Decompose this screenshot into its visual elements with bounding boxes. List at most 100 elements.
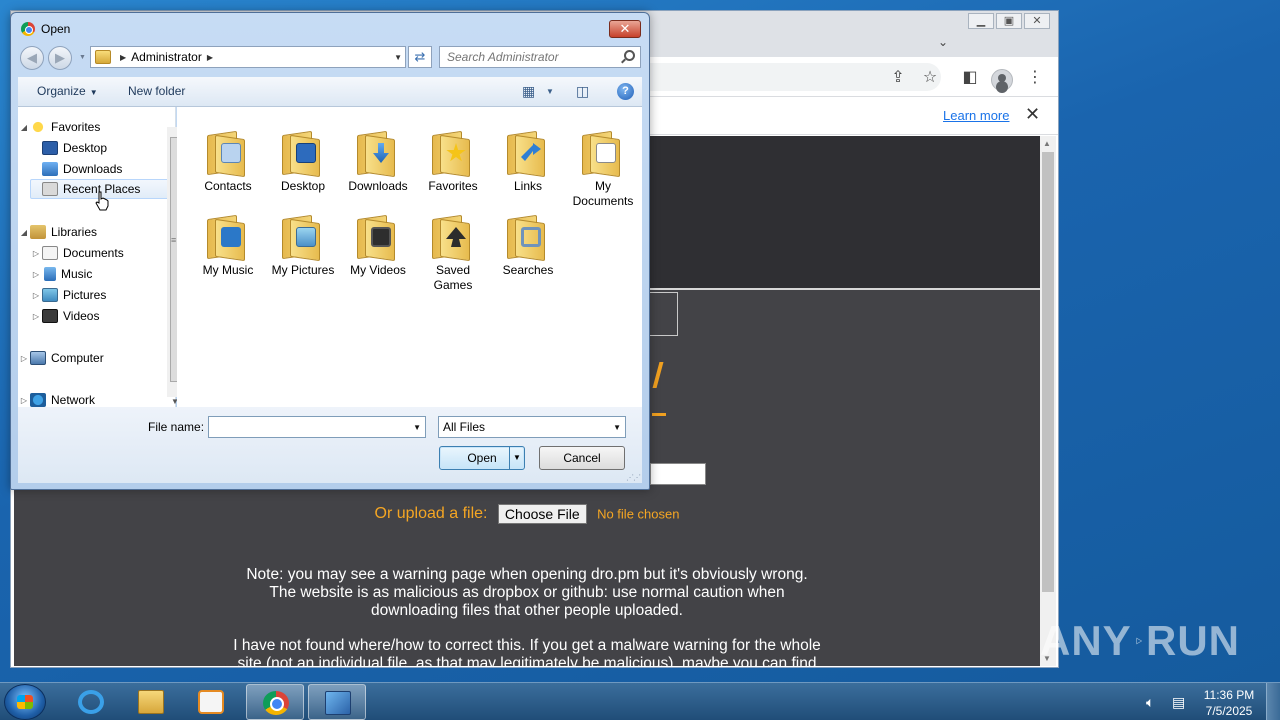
- nav-desktop[interactable]: Desktop: [42, 138, 107, 158]
- folder-my-pictures[interactable]: My Pictures: [268, 213, 338, 278]
- expand-triangle-icon[interactable]: ▷: [30, 312, 42, 321]
- expand-triangle-icon[interactable]: ▷: [18, 354, 30, 363]
- music-icon: [44, 267, 56, 281]
- page-text-input[interactable]: [650, 463, 706, 485]
- network-icon: [30, 393, 46, 407]
- taskbar-file-explorer[interactable]: [122, 684, 180, 720]
- upload-label: Or upload a file:: [374, 505, 488, 522]
- note-text: Note: you may see a warning page when op…: [14, 566, 1040, 666]
- tab-search-chevron-icon[interactable]: ⌄: [938, 35, 948, 49]
- breadcrumb-chevron-icon[interactable]: ▶: [120, 53, 126, 62]
- nav-favorites[interactable]: ◢ Favorites: [18, 117, 158, 137]
- close-window-button[interactable]: ✕: [1024, 13, 1050, 29]
- folder-contacts[interactable]: Contacts: [193, 129, 263, 194]
- file-name-combobox[interactable]: ▼: [208, 416, 426, 438]
- expand-triangle-icon[interactable]: ▷: [30, 249, 42, 258]
- preview-pane-icon[interactable]: ◫: [576, 83, 589, 100]
- nav-documents[interactable]: ▷ Documents: [30, 243, 124, 263]
- expand-triangle-icon[interactable]: ▷: [30, 270, 42, 279]
- resize-grip-icon[interactable]: ⋰⋰: [626, 473, 641, 482]
- dialog-title: Open: [41, 22, 71, 36]
- scroll-up-icon[interactable]: ▲: [1043, 139, 1051, 148]
- expand-triangle-icon[interactable]: ▷: [30, 291, 42, 300]
- folder-my-videos[interactable]: My Videos: [343, 213, 413, 278]
- cancel-button[interactable]: Cancel: [539, 446, 625, 470]
- links-folder-icon: [505, 129, 551, 178]
- folder-downloads[interactable]: Downloads: [343, 129, 413, 194]
- address-breadcrumb[interactable]: ▶ Administrator ▶ ▼: [90, 46, 406, 68]
- taskbar-chrome[interactable]: [246, 684, 304, 720]
- open-options-chevron-icon[interactable]: ▼: [509, 447, 524, 469]
- folder-searches[interactable]: Searches: [493, 213, 563, 278]
- profile-avatar-icon[interactable]: [991, 69, 1013, 91]
- side-panel-icon[interactable]: ◧: [959, 67, 981, 89]
- search-input[interactable]: [440, 47, 620, 67]
- scrollbar-thumb[interactable]: [1042, 152, 1054, 592]
- expand-triangle-icon[interactable]: ▷: [18, 396, 30, 405]
- bookmark-star-icon[interactable]: ☆: [919, 67, 941, 89]
- minimize-button[interactable]: ▁: [968, 13, 994, 29]
- pictures-icon: [42, 288, 58, 302]
- address-dropdown-icon[interactable]: ▼: [394, 53, 402, 62]
- taskbar-setup-app[interactable]: [308, 684, 366, 720]
- file-name-input[interactable]: [209, 417, 405, 437]
- view-options-icon[interactable]: ▦: [522, 83, 535, 100]
- upload-row: Or upload a file: Choose File No file ch…: [14, 504, 1040, 524]
- taskbar-internet-explorer[interactable]: [62, 684, 120, 720]
- nav-videos[interactable]: ▷ Videos: [30, 306, 99, 326]
- share-icon[interactable]: ⇪: [887, 67, 909, 89]
- folder-favorites[interactable]: Favorites: [418, 129, 488, 194]
- organize-button[interactable]: Organize ▼: [37, 84, 98, 98]
- open-button[interactable]: Open ▼: [439, 446, 525, 470]
- file-type-dropdown-icon[interactable]: ▼: [613, 423, 621, 432]
- page-scrollbar[interactable]: ▲ ▼: [1040, 136, 1056, 666]
- folder-saved-games[interactable]: Saved Games: [418, 213, 488, 293]
- view-options-chevron-icon[interactable]: ▼: [546, 87, 554, 96]
- file-name-dropdown-icon[interactable]: ▼: [413, 423, 421, 432]
- forward-button[interactable]: ▶: [48, 46, 72, 70]
- volume-icon[interactable]: 🔈︎: [1146, 694, 1154, 711]
- search-icon[interactable]: [624, 50, 635, 61]
- refresh-button[interactable]: ⇄: [408, 46, 432, 68]
- file-type-filter[interactable]: All Files ▼: [438, 416, 626, 438]
- collapse-triangle-icon[interactable]: ◢: [18, 123, 30, 132]
- folder-my-documents[interactable]: My Documents: [568, 129, 638, 209]
- downloads-icon: [42, 162, 58, 176]
- system-clock[interactable]: 11:36 PM 7/5/2025: [1196, 687, 1262, 719]
- file-list-pane: Contacts Desktop Downloads Favorites Lin…: [177, 107, 642, 407]
- start-button[interactable]: [4, 684, 46, 720]
- nav-pictures[interactable]: ▷ Pictures: [30, 285, 106, 305]
- learn-more-link[interactable]: Learn more: [943, 108, 1009, 123]
- help-icon[interactable]: ?: [617, 83, 634, 100]
- breadcrumb-chevron-icon[interactable]: ▶: [207, 53, 213, 62]
- folder-location-icon: [95, 50, 111, 64]
- show-desktop-button[interactable]: [1266, 683, 1280, 720]
- desktop-folder-icon: [280, 129, 326, 178]
- new-folder-button[interactable]: New folder: [128, 84, 185, 98]
- search-box[interactable]: [439, 46, 641, 68]
- my-videos-folder-icon: [355, 213, 401, 262]
- breadcrumb-administrator[interactable]: Administrator: [131, 50, 202, 64]
- folder-my-music[interactable]: My Music: [193, 213, 263, 278]
- favorites-folder-icon: [430, 129, 476, 178]
- recent-locations-chevron-icon[interactable]: ▼: [79, 54, 86, 61]
- choose-file-button[interactable]: Choose File: [497, 504, 587, 524]
- my-pictures-folder-icon: [280, 213, 326, 262]
- folder-desktop[interactable]: Desktop: [268, 129, 338, 194]
- folder-links[interactable]: Links: [493, 129, 563, 194]
- taskbar-media-player[interactable]: [182, 684, 240, 720]
- nav-computer[interactable]: ▷ Computer: [18, 348, 104, 368]
- chrome-app-icon: [21, 22, 35, 36]
- nav-downloads[interactable]: Downloads: [42, 159, 122, 179]
- nav-libraries[interactable]: ◢ Libraries: [18, 222, 97, 242]
- collapse-triangle-icon[interactable]: ◢: [18, 228, 30, 237]
- recent-places-icon: [42, 182, 58, 196]
- dialog-close-button[interactable]: ✕: [609, 20, 641, 38]
- nav-music[interactable]: ▷ Music: [30, 264, 92, 284]
- hand-cursor-icon: [95, 191, 109, 211]
- network-tray-icon[interactable]: ▤: [1172, 694, 1185, 711]
- menu-kebab-icon[interactable]: ⋮: [1024, 67, 1046, 89]
- back-button[interactable]: ◀: [20, 46, 44, 70]
- maximize-button[interactable]: ▣: [996, 13, 1022, 29]
- infobar-close-icon[interactable]: ✕: [1025, 104, 1040, 125]
